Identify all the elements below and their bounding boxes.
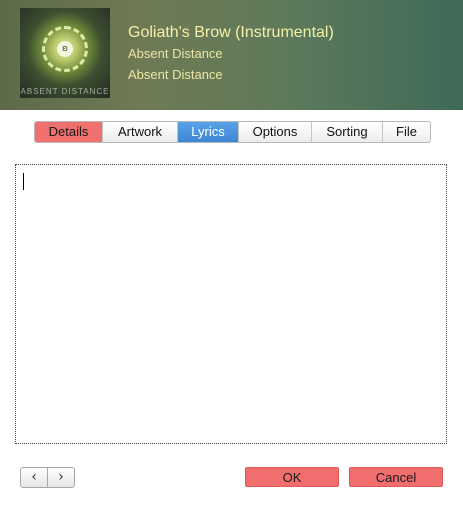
track-title: Goliath's Brow (Instrumental): [128, 24, 334, 41]
artwork-logo-icon: ʚ: [57, 41, 73, 57]
tab-artwork[interactable]: Artwork: [103, 122, 178, 142]
artwork-text: ABSENT DISTANCE: [20, 87, 110, 96]
tab-sorting[interactable]: Sorting: [312, 122, 383, 142]
tab-bar: Details Artwork Lyrics Options Sorting F…: [34, 121, 431, 143]
track-navigation: ‹ ›: [20, 467, 75, 488]
next-track-button[interactable]: ›: [48, 468, 74, 487]
previous-track-button[interactable]: ‹: [21, 468, 48, 487]
tab-details[interactable]: Details: [35, 122, 103, 142]
chevron-left-icon: ‹: [31, 469, 37, 485]
cancel-button[interactable]: Cancel: [349, 467, 443, 487]
chevron-right-icon: ›: [58, 469, 64, 485]
get-info-dialog: ʚ ABSENT DISTANCE Goliath's Brow (Instru…: [0, 0, 463, 513]
ok-button[interactable]: OK: [245, 467, 339, 487]
lyrics-textarea[interactable]: [15, 164, 447, 444]
text-caret: [23, 173, 24, 190]
tab-options[interactable]: Options: [239, 122, 312, 142]
track-header: ʚ ABSENT DISTANCE Goliath's Brow (Instru…: [0, 0, 463, 110]
tab-file[interactable]: File: [383, 122, 430, 142]
tab-lyrics[interactable]: Lyrics: [178, 122, 239, 142]
album-artwork: ʚ ABSENT DISTANCE: [20, 8, 110, 98]
track-album: Absent Distance: [128, 67, 223, 82]
track-artist: Absent Distance: [128, 46, 223, 61]
